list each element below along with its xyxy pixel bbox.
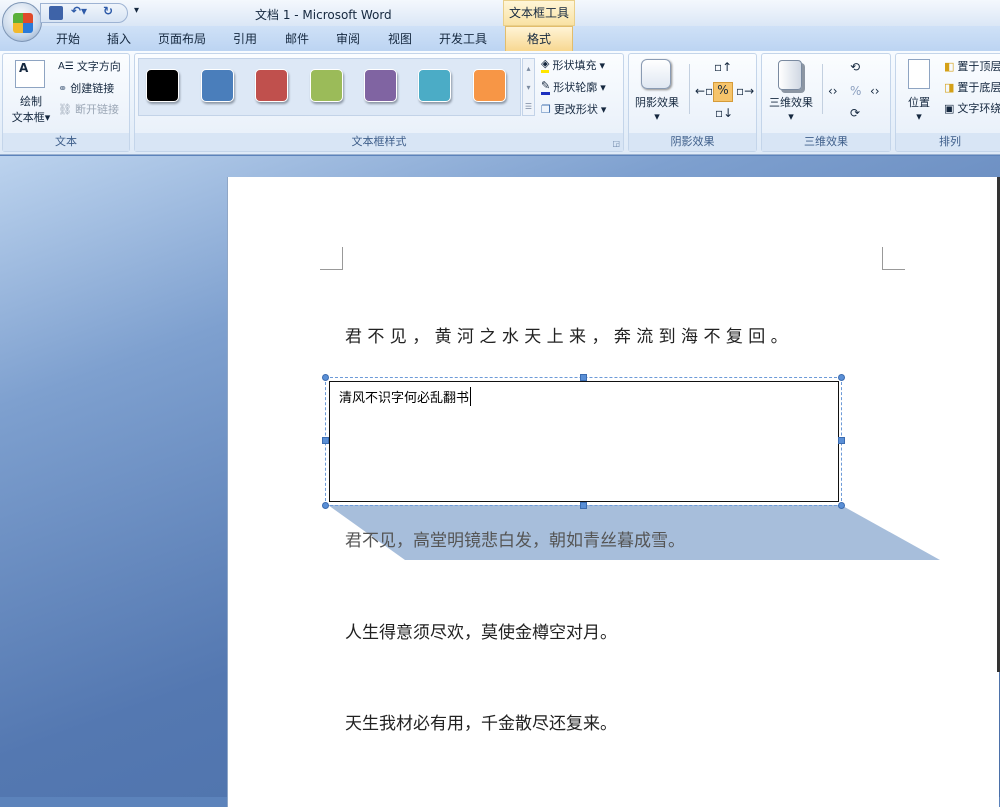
- paragraph-2[interactable]: 君不见，高堂明镜悲白发，朝如青丝暮成雪。: [345, 526, 685, 551]
- text-box[interactable]: 清风不识字何必乱翻书: [329, 381, 839, 502]
- paragraph-4[interactable]: 天生我材必有用，千金散尽还复来。: [345, 709, 617, 734]
- resize-handle-l[interactable]: [322, 437, 329, 444]
- paragraph-3[interactable]: 人生得意须尽欢，莫使金樽空对月。: [345, 618, 617, 643]
- resize-handle-r[interactable]: [838, 437, 845, 444]
- textbox-content[interactable]: 清风不识字何必乱翻书: [339, 387, 472, 406]
- resize-handle-bl[interactable]: [322, 502, 329, 509]
- resize-handle-t[interactable]: [580, 374, 587, 381]
- resize-handle-tr[interactable]: [838, 374, 845, 381]
- resize-handle-tl[interactable]: [322, 374, 329, 381]
- resize-handle-b[interactable]: [580, 502, 587, 509]
- resize-handle-br[interactable]: [838, 502, 845, 509]
